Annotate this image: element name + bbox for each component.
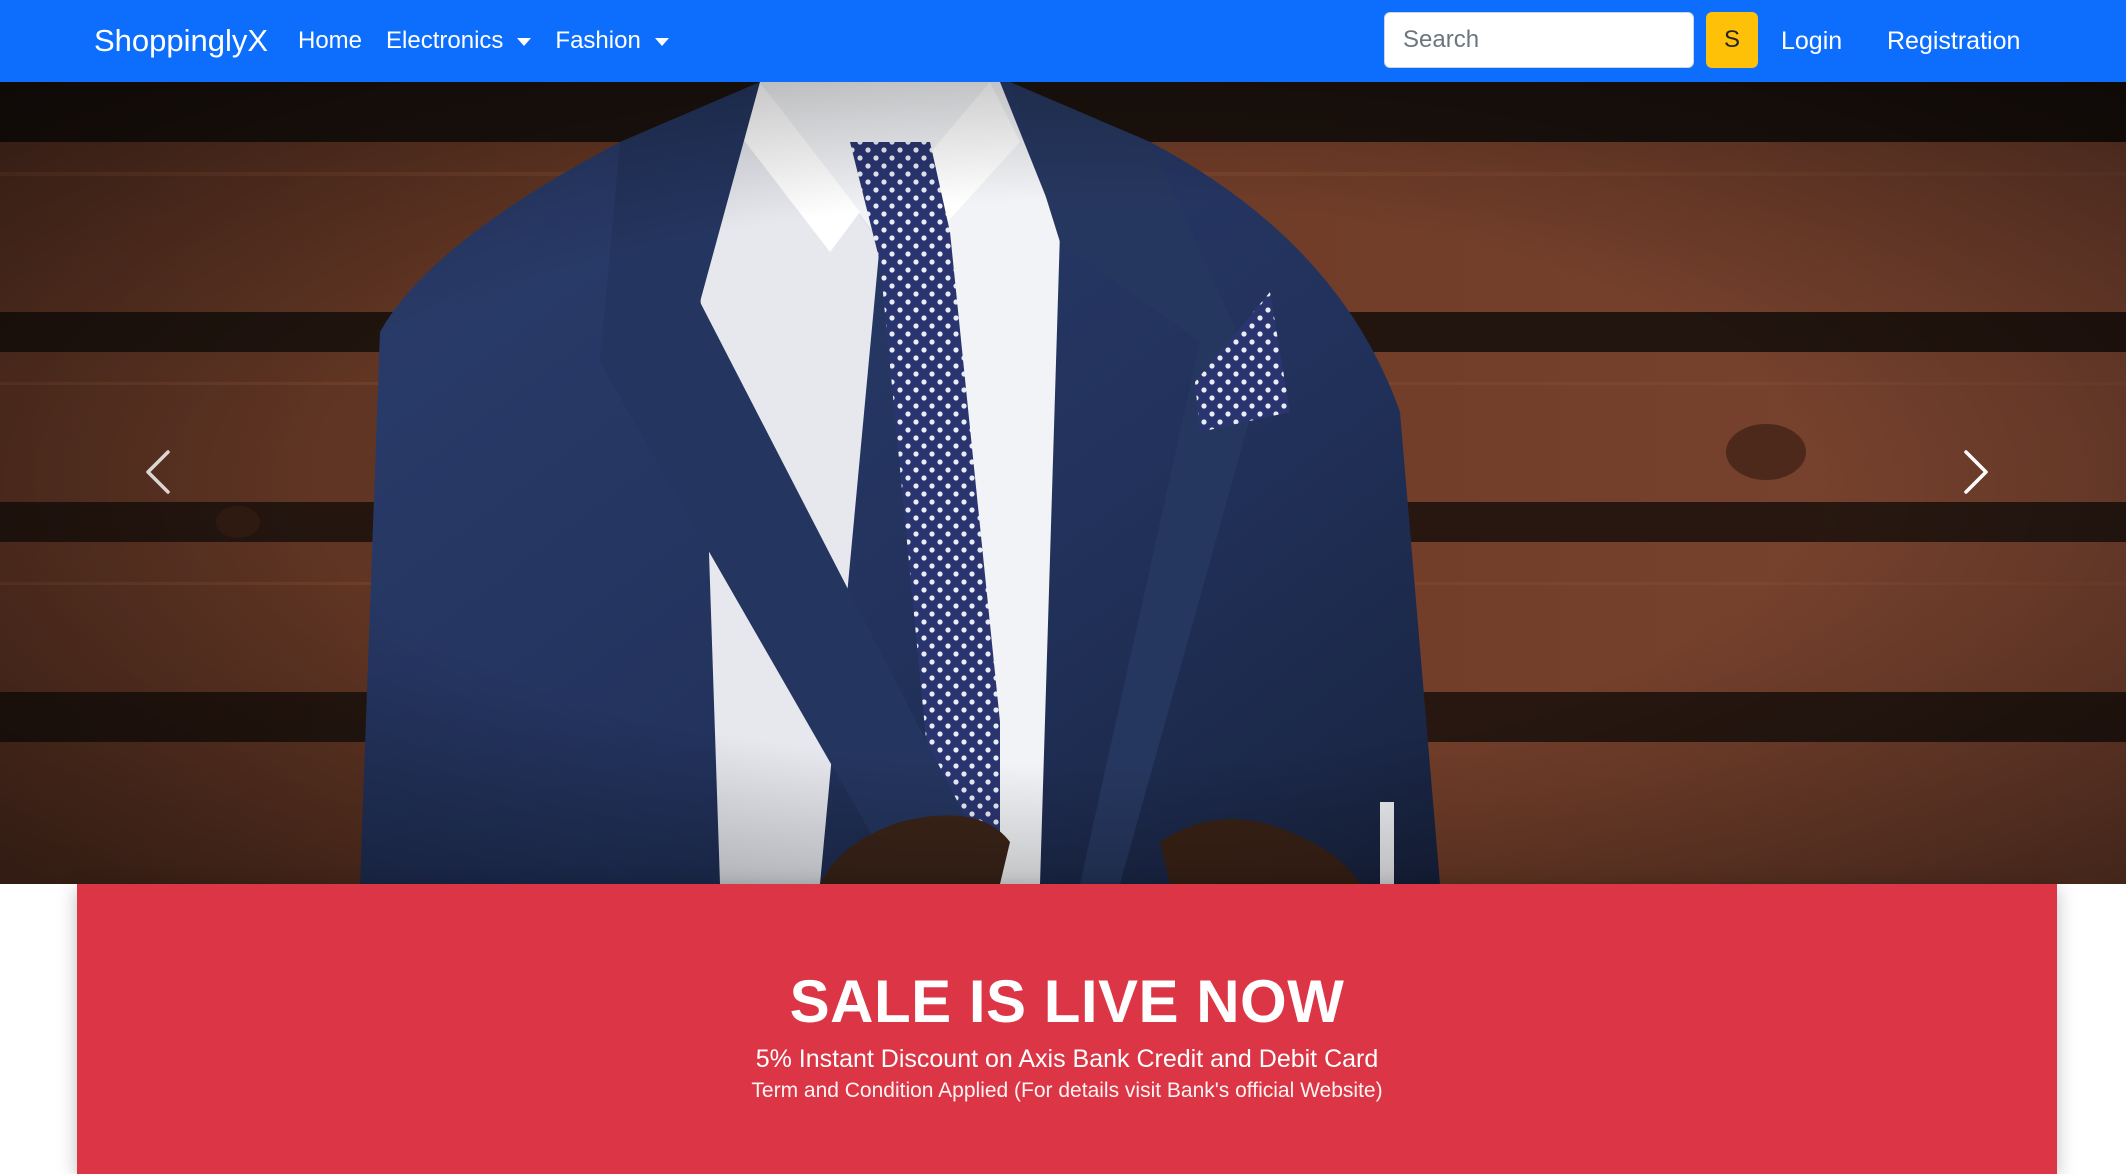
nav-item-fashion[interactable]: Fashion — [555, 24, 669, 58]
top-navbar: ShoppinglyX Home Electronics Fashion S L… — [0, 0, 2126, 82]
search-button[interactable]: S — [1706, 12, 1758, 68]
hero-image — [0, 82, 2126, 884]
sale-terms: Term and Condition Applied (For details … — [751, 1079, 1383, 1102]
nav-item-home[interactable]: Home — [298, 24, 362, 58]
nav-item-electronics[interactable]: Electronics — [386, 24, 532, 58]
hero-carousel — [0, 82, 2126, 884]
chevron-left-icon — [146, 450, 170, 494]
carousel-prev-button[interactable] — [130, 442, 190, 502]
brand-logo[interactable]: ShoppinglyX — [94, 22, 268, 60]
caret-down-icon — [517, 38, 532, 46]
nav-item-fashion-label: Fashion — [555, 27, 641, 54]
sale-banner: SALE IS LIVE NOW 5% Instant Discount on … — [77, 884, 2057, 1174]
sale-subtitle: 5% Instant Discount on Axis Bank Credit … — [755, 1045, 1379, 1073]
chevron-right-icon — [1964, 450, 1988, 494]
nav-item-electronics-label: Electronics — [386, 27, 504, 54]
registration-link[interactable]: Registration — [1887, 24, 2020, 58]
nav-item-home-label: Home — [298, 27, 363, 54]
carousel-next-button[interactable] — [1944, 442, 2004, 502]
sale-title: SALE IS LIVE NOW — [789, 968, 1345, 1035]
search-input[interactable] — [1384, 12, 1694, 68]
login-link[interactable]: Login — [1781, 24, 1842, 58]
caret-down-icon — [654, 38, 669, 46]
nav-links: Home Electronics Fashion — [298, 24, 693, 58]
